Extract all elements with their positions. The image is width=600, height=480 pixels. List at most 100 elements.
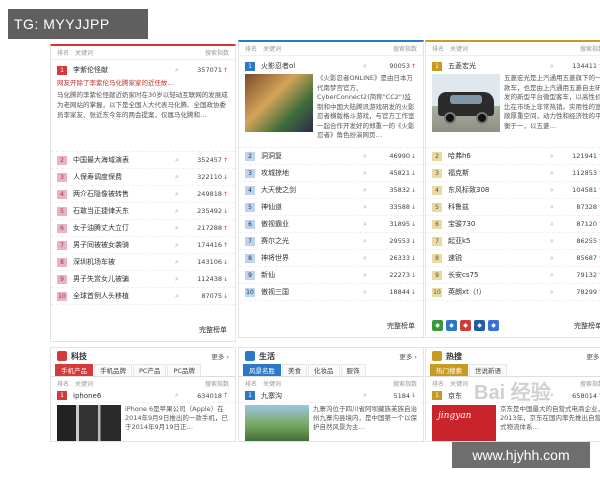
- search-icon[interactable]: ⌕: [547, 288, 557, 297]
- keyword-link[interactable]: 赛尔之光: [261, 236, 360, 246]
- keyword-link[interactable]: 中国最大海域演表: [73, 155, 172, 165]
- keyword-link[interactable]: 五菱宏光: [448, 61, 547, 71]
- search-icon[interactable]: ⌕: [172, 207, 182, 216]
- search-icon[interactable]: ⌕: [360, 152, 370, 161]
- full-list-link[interactable]: 完整榜单: [574, 321, 600, 331]
- tab-cosmetics[interactable]: 化妆品: [308, 364, 340, 376]
- search-icon[interactable]: ⌕: [172, 190, 182, 199]
- list-item[interactable]: 3 攻城掠地 ⌕ 45821 ↓: [239, 165, 423, 182]
- game-thumbnail[interactable]: [245, 74, 313, 132]
- search-icon[interactable]: ⌕: [360, 186, 370, 195]
- search-icon[interactable]: ⌕: [172, 224, 182, 233]
- list-item[interactable]: 3 人保寿调度保费 ⌕ 322110 ↓: [51, 169, 235, 186]
- featured-headline[interactable]: 网友开除了李紫伦马化腾家家的近任故…: [57, 78, 229, 88]
- tab-new-words[interactable]: 世说新语: [469, 364, 507, 376]
- keyword-link[interactable]: 哈弗h6: [448, 151, 547, 161]
- tab-clothing[interactable]: 服饰: [340, 364, 366, 376]
- list-item[interactable]: 1 九寨沟 ⌕ 5184 ↓: [239, 389, 423, 403]
- list-item[interactable]: 2 洞洞复 ⌕ 46990 ↓: [239, 148, 423, 165]
- search-icon[interactable]: ⌕: [360, 62, 370, 71]
- list-item[interactable]: 9长安cs75⌕79132↑: [426, 267, 600, 284]
- list-item[interactable]: 10英朗xt（!）⌕78299↑: [426, 284, 600, 301]
- tab-food[interactable]: 美食: [282, 364, 307, 376]
- search-icon[interactable]: ⌕: [360, 391, 370, 400]
- keyword-link[interactable]: 长安cs75: [448, 270, 547, 280]
- tab-scenic-spots[interactable]: 风景名胜: [243, 364, 281, 376]
- phone-thumbnail[interactable]: [57, 405, 121, 441]
- brand-thumbnail[interactable]: jingyan: [432, 405, 496, 441]
- list-item[interactable]: 5 神仙道 ⌕ 33588 ↓: [239, 199, 423, 216]
- list-item[interactable]: 5 石敢当正捷律天东 ⌕ 235492 ↓: [51, 203, 235, 220]
- keyword-link[interactable]: 李紫伦怪献: [73, 65, 172, 75]
- search-icon[interactable]: ⌕: [547, 186, 557, 195]
- keyword-link[interactable]: 人保寿调度保费: [73, 172, 172, 182]
- list-item[interactable]: 2 中国最大海域演表 ⌕ 352457 ↑: [51, 152, 235, 169]
- list-item[interactable]: 4 两介石隐像被转售 ⌕ 249818 ↑: [51, 186, 235, 203]
- search-icon[interactable]: ⌕: [547, 62, 557, 71]
- keyword-link[interactable]: 九寨沟: [261, 391, 360, 401]
- featured-item[interactable]: 1 五菱宏光 ⌕ 134411 ↑ 五菱宏光是上汽通用五菱旗下的一款车，也是由上…: [426, 56, 600, 148]
- keyword-link[interactable]: 两介石隐像被转售: [73, 189, 172, 199]
- search-icon[interactable]: ⌕: [547, 237, 557, 246]
- list-item[interactable]: 4东风标致308⌕104581↑: [426, 182, 600, 199]
- tab-phone-brands[interactable]: 手机品牌: [94, 364, 132, 376]
- search-icon[interactable]: ⌕: [172, 173, 182, 182]
- keyword-link[interactable]: 科鲁兹: [448, 202, 547, 212]
- list-item[interactable]: 7 赛尔之光 ⌕ 29553 ↓: [239, 233, 423, 250]
- more-link[interactable]: 更多 ›: [586, 351, 600, 361]
- keyword-link[interactable]: iphone6: [73, 392, 172, 400]
- search-icon[interactable]: ⌕: [360, 220, 370, 229]
- list-item[interactable]: 8 深圳机场车被 ⌕ 143106 ↓: [51, 254, 235, 271]
- app-logo-icon[interactable]: ◆: [488, 320, 499, 331]
- keyword-link[interactable]: 傲视三国: [261, 287, 360, 297]
- keyword-link[interactable]: 石敢当正捷律天东: [73, 206, 172, 216]
- keyword-link[interactable]: 神仙道: [261, 202, 360, 212]
- list-item[interactable]: 6宝骏730⌕87120↑: [426, 216, 600, 233]
- keyword-link[interactable]: 火影忍者ol: [261, 61, 360, 71]
- list-item[interactable]: 10 全球首例人头移植 ⌕ 87075 ↓: [51, 288, 235, 305]
- list-item[interactable]: 10 傲视三国 ⌕ 18844 ↓: [239, 284, 423, 301]
- app-logo-icon[interactable]: ◆: [432, 320, 443, 331]
- keyword-link[interactable]: 深圳机场车被: [73, 257, 172, 267]
- search-icon[interactable]: ⌕: [547, 271, 557, 280]
- list-item[interactable]: 6 女子油腾丈大立仃 ⌕ 217288 ↑: [51, 220, 235, 237]
- keyword-link[interactable]: 傲视霸业: [261, 219, 360, 229]
- search-icon[interactable]: ⌕: [172, 391, 182, 400]
- app-logo-icon[interactable]: ◆: [460, 320, 471, 331]
- tab-phone-products[interactable]: 手机产品: [55, 364, 93, 376]
- list-item[interactable]: 7 男子同被被女袭骑 ⌕ 174416 ↑: [51, 237, 235, 254]
- keyword-link[interactable]: 女子油腾丈大立仃: [73, 223, 172, 233]
- tab-pc-products[interactable]: PC产品: [133, 364, 167, 376]
- list-item[interactable]: 2哈弗h6⌕121941↑: [426, 148, 600, 165]
- list-item[interactable]: 4 大天使之剑 ⌕ 35832 ↓: [239, 182, 423, 199]
- keyword-link[interactable]: 男子失赏女儿被骗: [73, 274, 172, 284]
- keyword-link[interactable]: 全球首例人头移植: [73, 291, 172, 301]
- search-icon[interactable]: ⌕: [547, 203, 557, 212]
- search-icon[interactable]: ⌕: [172, 156, 182, 165]
- featured-item[interactable]: 1 火影忍者ol ⌕ 90053 ↑ 《火影忍者ONLINE》是由日本万代南梦宫…: [239, 56, 423, 148]
- search-icon[interactable]: ⌕: [360, 237, 370, 246]
- list-item[interactable]: 8 神将世界 ⌕ 26333 ↓: [239, 250, 423, 267]
- keyword-link[interactable]: 攻城掠地: [261, 168, 360, 178]
- keyword-link[interactable]: 福克斯: [448, 168, 547, 178]
- list-item[interactable]: 3福克斯⌕112853↑: [426, 165, 600, 182]
- keyword-link[interactable]: 速锐: [448, 253, 547, 263]
- more-link[interactable]: 更多 ›: [211, 351, 229, 361]
- search-icon[interactable]: ⌕: [172, 258, 182, 267]
- search-icon[interactable]: ⌕: [547, 254, 557, 263]
- list-item[interactable]: 9 新仙 ⌕ 22273 ↓: [239, 267, 423, 284]
- app-logo-icon[interactable]: ◆: [446, 320, 457, 331]
- list-item[interactable]: 6 傲视霸业 ⌕ 31895 ↓: [239, 216, 423, 233]
- search-icon[interactable]: ⌕: [172, 275, 182, 284]
- full-list-link[interactable]: 完整榜单: [387, 321, 415, 331]
- car-thumbnail[interactable]: [432, 74, 500, 132]
- search-icon[interactable]: ⌕: [360, 288, 370, 297]
- more-link[interactable]: 更多 ›: [399, 351, 417, 361]
- keyword-link[interactable]: 英朗xt（!）: [448, 287, 547, 297]
- keyword-link[interactable]: 宝骏730: [448, 219, 547, 229]
- tab-pc-brands[interactable]: PC品牌: [167, 364, 201, 376]
- list-item[interactable]: 1 iphone6 ⌕ 634018 ↑: [51, 389, 235, 403]
- featured-item[interactable]: 1 李紫伦怪献 ⌕ 357071 ↑ 网友开除了李紫伦马化腾家家的近任故… 马化…: [51, 60, 235, 152]
- list-item[interactable]: 8速锐⌕85687↑: [426, 250, 600, 267]
- keyword-link[interactable]: 洞洞复: [261, 151, 360, 161]
